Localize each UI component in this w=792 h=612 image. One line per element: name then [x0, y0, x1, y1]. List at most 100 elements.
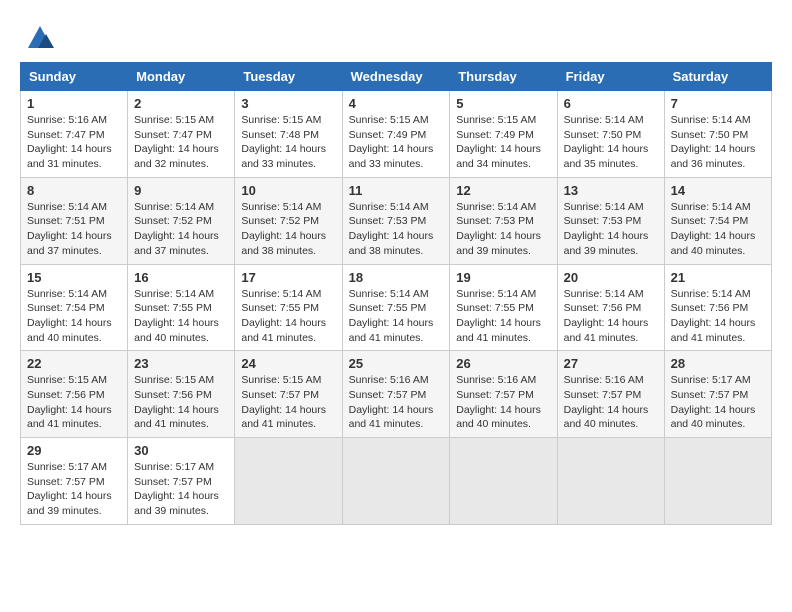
- cell-content: Sunrise: 5:14 AMSunset: 7:54 PMDaylight:…: [671, 200, 765, 259]
- day-number: 17: [241, 270, 335, 285]
- cell-content: Sunrise: 5:17 AMSunset: 7:57 PMDaylight:…: [671, 373, 765, 432]
- cell-content: Sunrise: 5:14 AMSunset: 7:50 PMDaylight:…: [671, 113, 765, 172]
- calendar-cell: 4 Sunrise: 5:15 AMSunset: 7:49 PMDaylight…: [342, 91, 450, 178]
- cell-content: Sunrise: 5:14 AMSunset: 7:53 PMDaylight:…: [349, 200, 444, 259]
- calendar-cell: [450, 438, 557, 525]
- calendar-cell: 17Sunrise: 5:14 AMSunset: 7:55 PMDayligh…: [235, 264, 342, 351]
- cell-content: Sunrise: 5:14 AMSunset: 7:55 PMDaylight:…: [349, 287, 444, 346]
- day-number: 24: [241, 356, 335, 371]
- calendar-cell: [664, 438, 771, 525]
- cell-content: Sunrise: 5:14 AMSunset: 7:52 PMDaylight:…: [134, 200, 228, 259]
- weekday-header-sunday: Sunday: [21, 63, 128, 91]
- calendar-cell: 8Sunrise: 5:14 AMSunset: 7:51 PMDaylight…: [21, 177, 128, 264]
- cell-content: Sunrise: 5:15 AMSunset: 7:47 PMDaylight:…: [134, 113, 228, 172]
- calendar-cell: 28 Sunrise: 5:17 AMSunset: 7:57 PMDayligh…: [664, 351, 771, 438]
- day-number: 2: [134, 96, 228, 111]
- calendar-cell: 20 Sunrise: 5:14 AMSunset: 7:56 PMDayligh…: [557, 264, 664, 351]
- day-number: 30: [134, 443, 228, 458]
- day-number: 7: [671, 96, 765, 111]
- day-number: 10: [241, 183, 335, 198]
- weekday-header-tuesday: Tuesday: [235, 63, 342, 91]
- calendar-cell: 9 Sunrise: 5:14 AMSunset: 7:52 PMDaylight…: [128, 177, 235, 264]
- day-number: 1: [27, 96, 121, 111]
- cell-content: Sunrise: 5:16 AMSunset: 7:57 PMDaylight:…: [456, 373, 550, 432]
- calendar-cell: 23 Sunrise: 5:15 AMSunset: 7:56 PMDayligh…: [128, 351, 235, 438]
- cell-content: Sunrise: 5:15 AMSunset: 7:56 PMDaylight:…: [134, 373, 228, 432]
- calendar-cell: 3 Sunrise: 5:15 AMSunset: 7:48 PMDaylight…: [235, 91, 342, 178]
- weekday-header-thursday: Thursday: [450, 63, 557, 91]
- calendar-cell: [342, 438, 450, 525]
- day-number: 26: [456, 356, 550, 371]
- calendar-cell: 19 Sunrise: 5:14 AMSunset: 7:55 PMDayligh…: [450, 264, 557, 351]
- cell-content: Sunrise: 5:15 AMSunset: 7:49 PMDaylight:…: [456, 113, 550, 172]
- calendar-cell: 5 Sunrise: 5:15 AMSunset: 7:49 PMDaylight…: [450, 91, 557, 178]
- day-number: 21: [671, 270, 765, 285]
- calendar-cell: 1 Sunrise: 5:16 AMSunset: 7:47 PMDaylight…: [21, 91, 128, 178]
- day-number: 25: [349, 356, 444, 371]
- calendar-cell: 16 Sunrise: 5:14 AMSunset: 7:55 PMDayligh…: [128, 264, 235, 351]
- calendar-cell: 30 Sunrise: 5:17 AMSunset: 7:57 PMDayligh…: [128, 438, 235, 525]
- cell-content: Sunrise: 5:17 AMSunset: 7:57 PMDaylight:…: [27, 460, 121, 519]
- cell-content: Sunrise: 5:15 AMSunset: 7:56 PMDaylight:…: [27, 373, 121, 432]
- logo-icon: [24, 20, 56, 52]
- day-number: 12: [456, 183, 550, 198]
- calendar-cell: 13 Sunrise: 5:14 AMSunset: 7:53 PMDayligh…: [557, 177, 664, 264]
- cell-content: Sunrise: 5:14 AMSunset: 7:55 PMDaylight:…: [456, 287, 550, 346]
- day-number: 14: [671, 183, 765, 198]
- cell-content: Sunrise: 5:14 AMSunset: 7:53 PMDaylight:…: [564, 200, 658, 259]
- day-number: 22: [27, 356, 121, 371]
- day-number: 9: [134, 183, 228, 198]
- cell-content: Sunrise: 5:14 AMSunset: 7:55 PMDaylight:…: [134, 287, 228, 346]
- cell-content: Sunrise: 5:14 AMSunset: 7:52 PMDaylight:…: [241, 200, 335, 259]
- cell-content: Sunrise: 5:17 AMSunset: 7:57 PMDaylight:…: [134, 460, 228, 519]
- cell-content: Sunrise: 5:14 AMSunset: 7:54 PMDaylight:…: [27, 287, 121, 346]
- day-number: 15: [27, 270, 121, 285]
- calendar-cell: 21 Sunrise: 5:14 AMSunset: 7:56 PMDayligh…: [664, 264, 771, 351]
- calendar-cell: [235, 438, 342, 525]
- day-number: 5: [456, 96, 550, 111]
- day-number: 4: [349, 96, 444, 111]
- calendar-cell: 24 Sunrise: 5:15 AMSunset: 7:57 PMDayligh…: [235, 351, 342, 438]
- calendar-cell: 27 Sunrise: 5:16 AMSunset: 7:57 PMDayligh…: [557, 351, 664, 438]
- day-number: 27: [564, 356, 658, 371]
- calendar-cell: 12Sunrise: 5:14 AMSunset: 7:53 PMDayligh…: [450, 177, 557, 264]
- weekday-header-monday: Monday: [128, 63, 235, 91]
- calendar-cell: 10 Sunrise: 5:14 AMSunset: 7:52 PMDayligh…: [235, 177, 342, 264]
- day-number: 23: [134, 356, 228, 371]
- day-number: 13: [564, 183, 658, 198]
- calendar-cell: 7 Sunrise: 5:14 AMSunset: 7:50 PMDaylight…: [664, 91, 771, 178]
- weekday-header-friday: Friday: [557, 63, 664, 91]
- calendar-cell: [557, 438, 664, 525]
- day-number: 3: [241, 96, 335, 111]
- day-number: 20: [564, 270, 658, 285]
- day-number: 6: [564, 96, 658, 111]
- calendar-cell: 29 Sunrise: 5:17 AMSunset: 7:57 PMDayligh…: [21, 438, 128, 525]
- calendar-cell: 14 Sunrise: 5:14 AMSunset: 7:54 PMDayligh…: [664, 177, 771, 264]
- calendar-cell: 6 Sunrise: 5:14 AMSunset: 7:50 PMDaylight…: [557, 91, 664, 178]
- cell-content: Sunrise: 5:16 AMSunset: 7:47 PMDaylight:…: [27, 113, 121, 172]
- cell-content: Sunrise: 5:15 AMSunset: 7:57 PMDaylight:…: [241, 373, 335, 432]
- calendar-cell: 15 Sunrise: 5:14 AMSunset: 7:54 PMDayligh…: [21, 264, 128, 351]
- cell-content: Sunrise: 5:16 AMSunset: 7:57 PMDaylight:…: [564, 373, 658, 432]
- calendar-cell: 26 Sunrise: 5:16 AMSunset: 7:57 PMDayligh…: [450, 351, 557, 438]
- cell-content: Sunrise: 5:14 AMSunset: 7:50 PMDaylight:…: [564, 113, 658, 172]
- calendar-table: SundayMondayTuesdayWednesdayThursdayFrid…: [20, 62, 772, 525]
- day-number: 11: [349, 183, 444, 198]
- weekday-header-saturday: Saturday: [664, 63, 771, 91]
- header: [20, 20, 772, 52]
- day-number: 28: [671, 356, 765, 371]
- logo: [20, 20, 56, 52]
- calendar-cell: 11 Sunrise: 5:14 AMSunset: 7:53 PMDayligh…: [342, 177, 450, 264]
- day-number: 29: [27, 443, 121, 458]
- calendar-cell: 2 Sunrise: 5:15 AMSunset: 7:47 PMDaylight…: [128, 91, 235, 178]
- day-number: 19: [456, 270, 550, 285]
- cell-content: Sunrise: 5:15 AMSunset: 7:48 PMDaylight:…: [241, 113, 335, 172]
- cell-content: Sunrise: 5:14 AMSunset: 7:51 PMDaylight:…: [27, 200, 121, 259]
- cell-content: Sunrise: 5:14 AMSunset: 7:56 PMDaylight:…: [564, 287, 658, 346]
- cell-content: Sunrise: 5:14 AMSunset: 7:56 PMDaylight:…: [671, 287, 765, 346]
- day-number: 18: [349, 270, 444, 285]
- calendar-cell: 22 Sunrise: 5:15 AMSunset: 7:56 PMDayligh…: [21, 351, 128, 438]
- calendar-cell: 25Sunrise: 5:16 AMSunset: 7:57 PMDayligh…: [342, 351, 450, 438]
- cell-content: Sunrise: 5:15 AMSunset: 7:49 PMDaylight:…: [349, 113, 444, 172]
- day-number: 16: [134, 270, 228, 285]
